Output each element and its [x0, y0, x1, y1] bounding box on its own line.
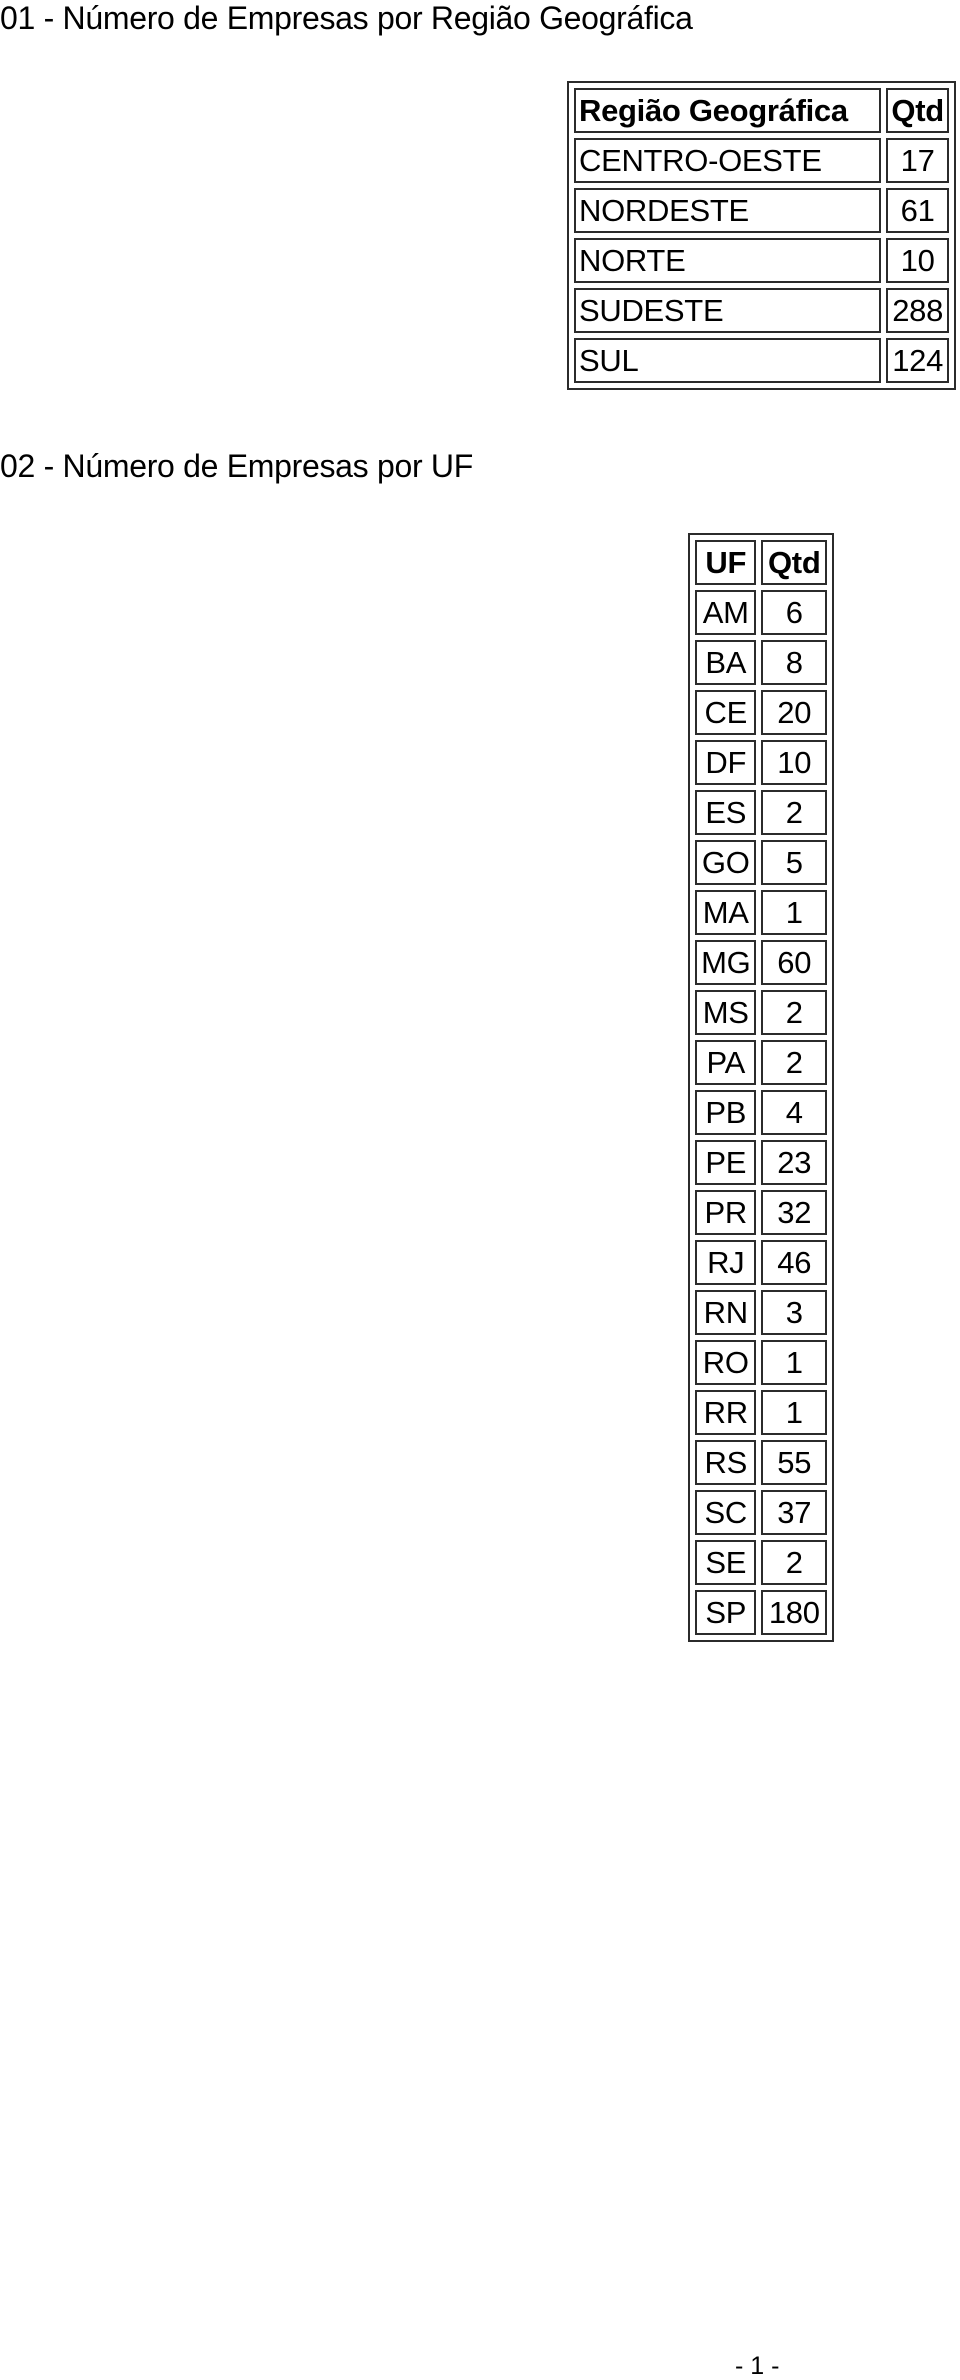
- uf-code-cell: MA: [695, 890, 757, 935]
- table-row: SE 2: [695, 1540, 827, 1585]
- uf-code-cell: DF: [695, 740, 757, 785]
- uf-code-cell: GO: [695, 840, 757, 885]
- section-title-uf: 02 - Número de Empresas por UF: [0, 448, 473, 484]
- uf-qtd-cell: 8: [761, 640, 827, 685]
- uf-qtd-cell: 23: [761, 1140, 827, 1185]
- uf-qtd-cell: 20: [761, 690, 827, 735]
- table-row: CENTRO-OESTE 17: [574, 138, 949, 183]
- table-header-row: UF Qtd: [695, 540, 827, 585]
- region-qtd-cell: 61: [886, 188, 949, 233]
- uf-code-cell: ES: [695, 790, 757, 835]
- region-name-cell: NORTE: [574, 238, 882, 283]
- uf-code-cell: PB: [695, 1090, 757, 1135]
- region-name-cell: NORDESTE: [574, 188, 882, 233]
- table-row: RO 1: [695, 1340, 827, 1385]
- uf-code-cell: RO: [695, 1340, 757, 1385]
- table-row: ES 2: [695, 790, 827, 835]
- uf-qtd-cell: 55: [761, 1440, 827, 1485]
- uf-qtd-cell: 3: [761, 1290, 827, 1335]
- region-qtd-cell: 10: [886, 238, 949, 283]
- uf-qtd-cell: 37: [761, 1490, 827, 1535]
- table-row: PB 4: [695, 1090, 827, 1135]
- uf-code-cell: PA: [695, 1040, 757, 1085]
- page-number: - 1 -: [735, 2352, 780, 2380]
- uf-code-cell: PR: [695, 1190, 757, 1235]
- table-row: NORDESTE 61: [574, 188, 949, 233]
- region-table-body: CENTRO-OESTE 17 NORDESTE 61 NORTE 10 SUDESTE 28…: [574, 138, 949, 383]
- uf-qtd-cell: 6: [761, 590, 827, 635]
- uf-code-cell: CE: [695, 690, 757, 735]
- uf-qtd-cell: 46: [761, 1240, 827, 1285]
- uf-code-cell: BA: [695, 640, 757, 685]
- header-qtd: Qtd: [761, 540, 827, 585]
- section-title-region: 01 - Número de Empresas por Região Geogr…: [0, 0, 693, 36]
- uf-code-cell: RJ: [695, 1240, 757, 1285]
- region-qtd-cell: 17: [886, 138, 949, 183]
- uf-qtd-cell: 32: [761, 1190, 827, 1235]
- uf-code-cell: RN: [695, 1290, 757, 1335]
- table-row: DF 10: [695, 740, 827, 785]
- table-row: MS 2: [695, 990, 827, 1035]
- header-uf: UF: [695, 540, 757, 585]
- uf-code-cell: SC: [695, 1490, 757, 1535]
- uf-code-cell: SP: [695, 1590, 757, 1635]
- table-row: SP 180: [695, 1590, 827, 1635]
- region-qtd-cell: 124: [886, 338, 949, 383]
- uf-code-cell: MS: [695, 990, 757, 1035]
- uf-code-cell: AM: [695, 590, 757, 635]
- header-qtd: Qtd: [886, 88, 949, 133]
- uf-qtd-cell: 4: [761, 1090, 827, 1135]
- table-row: MA 1: [695, 890, 827, 935]
- table-row: MG 60: [695, 940, 827, 985]
- uf-code-cell: RS: [695, 1440, 757, 1485]
- uf-qtd-cell: 2: [761, 1540, 827, 1585]
- uf-code-cell: MG: [695, 940, 757, 985]
- uf-code-cell: RR: [695, 1390, 757, 1435]
- uf-qtd-cell: 60: [761, 940, 827, 985]
- uf-qtd-cell: 1: [761, 890, 827, 935]
- region-qtd-cell: 288: [886, 288, 949, 333]
- table-row: PE 23: [695, 1140, 827, 1185]
- table-row: RN 3: [695, 1290, 827, 1335]
- table-row: PA 2: [695, 1040, 827, 1085]
- table-row: GO 5: [695, 840, 827, 885]
- uf-table: UF Qtd AM 6 BA 8 CE 20 DF 10 ES 2 GO 5 MA 1 MG 60 MS 2 PA 2…: [688, 533, 834, 1642]
- uf-qtd-cell: 2: [761, 790, 827, 835]
- uf-qtd-cell: 1: [761, 1340, 827, 1385]
- uf-qtd-cell: 10: [761, 740, 827, 785]
- region-name-cell: CENTRO-OESTE: [574, 138, 882, 183]
- region-name-cell: SUL: [574, 338, 882, 383]
- table-header-row: Região Geográfica Qtd: [574, 88, 949, 133]
- header-region: Região Geográfica: [574, 88, 882, 133]
- uf-code-cell: PE: [695, 1140, 757, 1185]
- table-row: SUDESTE 288: [574, 288, 949, 333]
- uf-qtd-cell: 2: [761, 1040, 827, 1085]
- table-row: RJ 46: [695, 1240, 827, 1285]
- uf-qtd-cell: 2: [761, 990, 827, 1035]
- region-table: Região Geográfica Qtd CENTRO-OESTE 17 NORD…: [567, 81, 956, 390]
- table-row: RS 55: [695, 1440, 827, 1485]
- table-row: SUL 124: [574, 338, 949, 383]
- table-row: PR 32: [695, 1190, 827, 1235]
- table-row: SC 37: [695, 1490, 827, 1535]
- region-name-cell: SUDESTE: [574, 288, 882, 333]
- uf-qtd-cell: 180: [761, 1590, 827, 1635]
- uf-code-cell: SE: [695, 1540, 757, 1585]
- uf-qtd-cell: 1: [761, 1390, 827, 1435]
- table-row: AM 6: [695, 590, 827, 635]
- table-row: CE 20: [695, 690, 827, 735]
- table-row: RR 1: [695, 1390, 827, 1435]
- table-row: NORTE 10: [574, 238, 949, 283]
- table-row: BA 8: [695, 640, 827, 685]
- uf-qtd-cell: 5: [761, 840, 827, 885]
- uf-table-body: AM 6 BA 8 CE 20 DF 10 ES 2 GO 5 MA 1 MG 60 MS 2 PA 2 PB 4 PE 23…: [695, 590, 827, 1635]
